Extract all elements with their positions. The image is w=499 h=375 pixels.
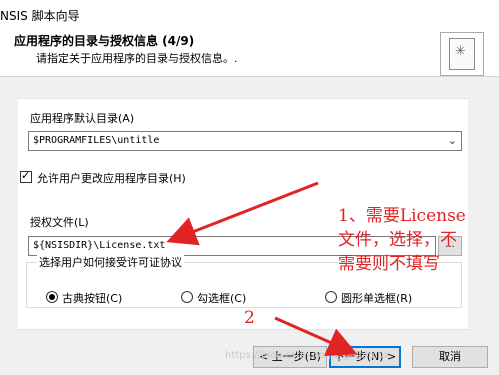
radio-classic-label[interactable]: 古典按钮(C)	[62, 290, 122, 306]
radio-round[interactable]	[325, 291, 337, 303]
cancel-button[interactable]: 取消	[412, 346, 488, 368]
title-bar: NSIS 脚本向导	[0, 0, 499, 28]
sparkle-icon: ✳	[455, 44, 466, 59]
page-title: 应用程序的目录与授权信息 (4/9)	[14, 34, 195, 48]
allow-change-dir-label[interactable]: 允许用户更改应用程序目录(H)	[37, 170, 186, 186]
license-file-label: 授权文件(L)	[30, 216, 89, 229]
accept-license-group-label: 选择用户如何接受许可证协议	[37, 254, 184, 270]
radio-classic-button[interactable]	[46, 291, 58, 303]
annotation-line: 需要则不填写	[338, 254, 440, 274]
checkmark-icon: ✓	[21, 169, 31, 182]
window-title: NSIS 脚本向导	[0, 9, 80, 23]
radio-checkbox[interactable]	[181, 291, 193, 303]
wizard-icon: ✳	[440, 32, 484, 76]
watermark: https://blog.csdn.net/u_galphnux	[225, 350, 390, 361]
default-dir-value: $PROGRAMFILES\untitle	[33, 135, 160, 146]
license-file-value: ${NSISDIR}\License.txt	[33, 240, 166, 251]
annotation-line: 1、需要License	[338, 206, 466, 226]
annotation-line: 文件，选择，不	[338, 230, 457, 250]
annotation-note-2: 2	[244, 308, 255, 328]
default-dir-label: 应用程序默认目录(A)	[30, 112, 135, 125]
allow-change-dir-checkbox[interactable]: ✓	[20, 169, 32, 183]
page-subtitle: 请指定关于应用程序的目录与授权信息。.	[36, 52, 238, 65]
wizard-header: 应用程序的目录与授权信息 (4/9) 请指定关于应用程序的目录与授权信息。. ✳	[0, 28, 499, 77]
chevron-down-icon[interactable]: ⌄	[448, 134, 457, 147]
annotation-note-1: 1、需要License 文件，选择，不 需要则不填写	[338, 204, 466, 276]
radio-checkbox-label[interactable]: 勾选框(C)	[197, 290, 246, 306]
radio-selected-dot	[49, 294, 55, 300]
default-dir-combobox[interactable]: $PROGRAMFILES\untitle ⌄	[28, 131, 462, 151]
radio-round-label[interactable]: 圆形单选框(R)	[341, 290, 412, 306]
